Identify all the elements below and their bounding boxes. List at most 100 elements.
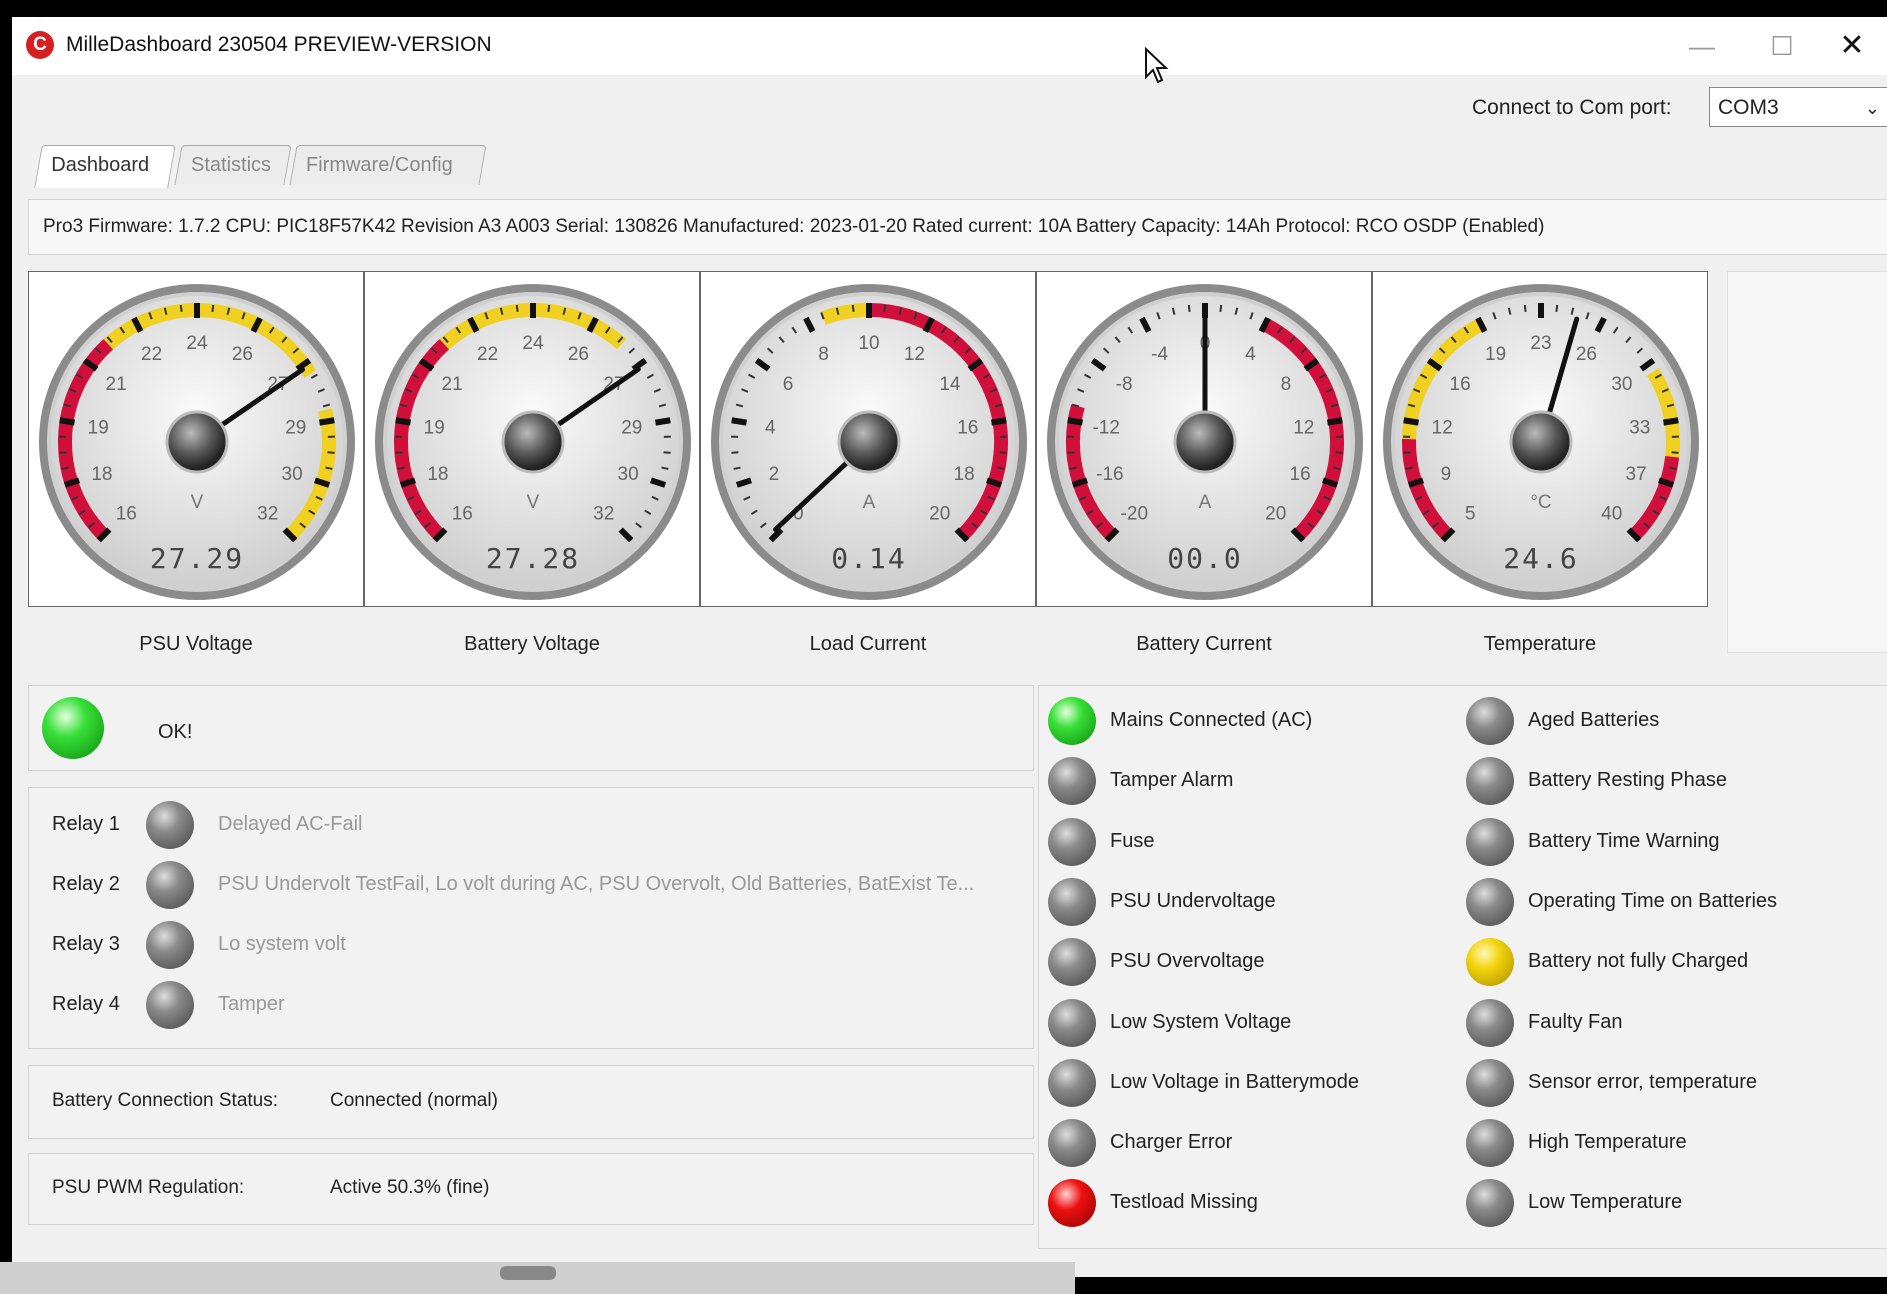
gauge-tick-label: 12	[1432, 417, 1453, 438]
gauge-label: Load Current	[809, 633, 927, 655]
gauge-dial: 02468101214161820A0.14	[711, 284, 1027, 600]
battery-connection-value: Connected (normal)	[330, 1090, 498, 1111]
indicator-led-icon	[1048, 938, 1096, 987]
indicator-led-icon	[1466, 938, 1514, 987]
gauge-load-current: 0 2 4 6 8 10 12 14 16 18 20 A 0.14	[700, 271, 1036, 607]
com-port-value: COM3	[1718, 96, 1779, 119]
com-port-label: Connect to Com port:	[1472, 96, 1672, 119]
window-title: MilleDashboard 230504 PREVIEW-VERSION	[66, 33, 492, 56]
indicator-led-icon	[1048, 1058, 1096, 1107]
gauge-tick-label: 19	[88, 417, 109, 438]
gauge-tick-label: 19	[1485, 344, 1506, 365]
indicator-label: Operating Time on Batteries	[1528, 889, 1778, 912]
indicator-label: Tamper Alarm	[1110, 769, 1234, 792]
close-button[interactable]: ✕	[1822, 23, 1882, 69]
title-bar: C MilleDashboard 230504 PREVIEW-VERSION …	[12, 17, 1887, 84]
gauge-readout: 00.0	[1167, 542, 1242, 575]
gauge-tick-label: -20	[1121, 504, 1148, 525]
gauge-tick-label: 20	[929, 504, 950, 525]
gauge-psu-voltage: 1618192122242627293032V27.29	[28, 271, 364, 607]
relay-description: Lo system volt	[218, 933, 346, 955]
gauge-tick-label: 37	[1626, 464, 1647, 485]
gauge-tick-label: 12	[1293, 417, 1314, 438]
gauge-tick-label: 8	[818, 344, 829, 365]
battery-connection-label: Battery Connection Status:	[52, 1090, 279, 1111]
indicator-label: PSU Undervoltage	[1110, 889, 1276, 912]
gauge-tick-label: 24	[186, 333, 208, 354]
relay-led-icon	[146, 801, 194, 849]
gauge-tick-label: -12	[1092, 417, 1119, 438]
indicator-label: Faulty Fan	[1528, 1010, 1623, 1033]
app-window: C MilleDashboard 230504 PREVIEW-VERSION …	[12, 17, 1887, 1277]
gauge-tick-label: -16	[1096, 464, 1123, 485]
indicator-label: Sensor error, temperature	[1528, 1070, 1757, 1093]
status-text: OK!	[158, 721, 193, 743]
indicator-led-icon	[1466, 1058, 1514, 1107]
com-port-select[interactable]: COM3 ⌄	[1709, 87, 1887, 127]
tab-dashboard[interactable]: Dashboard	[34, 145, 176, 188]
gauge-readout: 27.29	[150, 542, 244, 575]
maximize-button[interactable]: ☐	[1752, 23, 1812, 69]
relay-led-icon	[146, 861, 194, 909]
relay-description: Tamper	[218, 993, 285, 1015]
indicator-label: Battery Time Warning	[1528, 829, 1720, 852]
gauge-tick-label: 2	[769, 464, 780, 485]
gauge-label: Temperature	[1483, 633, 1597, 655]
device-info-bar: Pro3 Firmware: 1.7.2 CPU: PIC18F57K42 Re…	[28, 199, 1887, 255]
indicator-led-icon	[1466, 817, 1514, 866]
gauge-dial: 1618192122242627293032V27.29	[39, 284, 355, 600]
gauge-tick-label: 23	[1530, 333, 1551, 354]
gauge-tick-label: 4	[765, 417, 776, 438]
gauge-tick-label: 29	[285, 417, 306, 438]
relay-led-icon	[146, 921, 194, 969]
indicator-label: Battery Resting Phase	[1528, 769, 1727, 792]
gauge-unit: °C	[1530, 492, 1551, 513]
gauge-tick-label: 30	[1611, 374, 1632, 395]
chevron-down-icon: ⌄	[1864, 98, 1880, 118]
indicator-led-icon	[1466, 757, 1514, 806]
gauge-tick-label: 19	[424, 417, 445, 438]
indicator-label: PSU Overvoltage	[1110, 950, 1265, 973]
gauge-label: PSU Voltage	[139, 633, 253, 655]
tab-statistics[interactable]: Statistics	[174, 145, 292, 185]
relay-label: Relay 1	[52, 813, 120, 835]
gauge-tick-label: 16	[1450, 374, 1471, 395]
gauge-tick-label: 21	[106, 374, 127, 395]
gauge-unit: V	[527, 492, 540, 513]
gauge-tick-label: 22	[477, 344, 498, 365]
gauge-tick-label: 16	[957, 417, 978, 438]
indicator-led-icon	[1048, 817, 1096, 866]
indicator-led-icon	[1048, 877, 1096, 926]
gauge-battery-voltage: 1618192122242627293032V27.28	[364, 271, 700, 607]
gauge-tick-label: 21	[442, 374, 463, 395]
indicator-label: Low Voltage in Batterymode	[1110, 1070, 1360, 1093]
gauge-tick-label: 33	[1629, 417, 1650, 438]
indicator-led-icon	[1048, 1119, 1096, 1168]
gauge-tick-label: -8	[1116, 374, 1133, 395]
gauge-tick-label: 4	[1245, 344, 1256, 365]
pwm-regulation-label: PSU PWM Regulation:	[52, 1177, 245, 1198]
relay-label: Relay 3	[52, 933, 120, 955]
indicator-label: Fuse	[1110, 829, 1155, 852]
gauge-tick-label: 18	[954, 464, 975, 485]
gauge-tick-label: 32	[593, 504, 614, 525]
gauge-tick-label: 9	[1441, 464, 1452, 485]
gauge-tick-label: 16	[1290, 464, 1311, 485]
gauge-tick-label: 24	[522, 333, 544, 354]
indicator-label: Low System Voltage	[1110, 1010, 1292, 1033]
gauge-dial: 1618192122242627293032V27.28	[375, 284, 691, 600]
gauge-dial: -20-16-12-8-4048121620A00.0	[1047, 284, 1363, 600]
gauge-label: Battery Current	[1136, 633, 1272, 655]
gauge-band	[820, 303, 870, 325]
indicator-led-icon	[1048, 757, 1096, 806]
gauge-tick-label: 29	[621, 417, 642, 438]
minimize-button[interactable]: —	[1672, 23, 1732, 69]
indicator-label: Battery not fully Charged	[1528, 950, 1749, 973]
relay-description: PSU Undervolt TestFail, Lo volt during A…	[218, 873, 975, 895]
gauge-unit: A	[863, 492, 876, 513]
indicator-label: Aged Batteries	[1528, 709, 1660, 731]
tab-firmware-config[interactable]: Firmware/Config	[289, 145, 487, 185]
gauge-tick-label: 14	[939, 374, 961, 395]
gauge-readout: 27.28	[486, 542, 580, 575]
relay-led-icon	[146, 981, 194, 1029]
